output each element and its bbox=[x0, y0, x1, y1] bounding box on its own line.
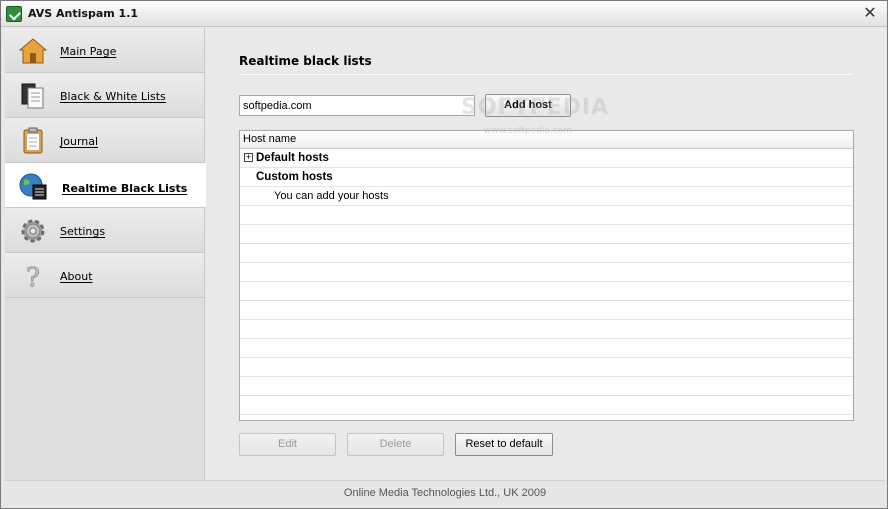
clipboard-icon bbox=[23, 127, 43, 154]
sidebar-item-about[interactable]: ? About bbox=[5, 253, 204, 298]
main-panel: Realtime black lists Add host Host name … bbox=[206, 28, 887, 480]
sidebar-item-realtime-black-lists[interactable]: Realtime Black Lists bbox=[5, 163, 206, 208]
sidebar-item-label: Black & White Lists bbox=[60, 90, 166, 103]
question-mark-icon: ? bbox=[26, 263, 41, 291]
delete-button[interactable]: Delete bbox=[347, 433, 444, 456]
table-row-custom-hosts[interactable]: Custom hosts bbox=[240, 168, 853, 187]
globe-list-icon bbox=[19, 173, 47, 200]
document-list-icon bbox=[21, 83, 44, 109]
table-row-add-hint[interactable]: You can add your hosts bbox=[240, 187, 853, 206]
empty-row bbox=[240, 339, 853, 358]
title-bar[interactable]: AVS Antispam 1.1 ✕ bbox=[1, 1, 887, 27]
sidebar-item-main-page[interactable]: Main Page bbox=[5, 28, 204, 73]
edit-button[interactable]: Edit bbox=[239, 433, 336, 456]
gear-icon bbox=[21, 219, 45, 243]
empty-row bbox=[240, 396, 853, 415]
divider bbox=[239, 74, 853, 75]
reset-to-default-button[interactable]: Reset to default bbox=[455, 433, 553, 456]
window-title: AVS Antispam 1.1 bbox=[28, 7, 139, 20]
empty-row bbox=[240, 282, 853, 301]
sidebar-item-label: Realtime Black Lists bbox=[62, 182, 188, 195]
sidebar-item-label: Journal bbox=[60, 135, 99, 148]
page-title: Realtime black lists bbox=[239, 54, 372, 68]
sidebar-item-black-white-lists[interactable]: Black & White Lists bbox=[5, 73, 204, 118]
empty-row bbox=[240, 358, 853, 377]
sidebar-item-label: About bbox=[60, 270, 93, 283]
host-list-table[interactable]: Host name + Default hosts Custom hosts Y… bbox=[239, 130, 854, 421]
home-icon bbox=[18, 38, 48, 64]
expand-plus-icon[interactable]: + bbox=[244, 153, 253, 162]
app-logo-icon bbox=[6, 6, 22, 22]
sidebar-item-label: Settings bbox=[60, 225, 106, 238]
close-button[interactable]: ✕ bbox=[861, 4, 879, 22]
sidebar-item-label: Main Page bbox=[60, 45, 117, 58]
empty-row bbox=[240, 225, 853, 244]
table-row-default-hosts[interactable]: + Default hosts bbox=[240, 149, 853, 168]
footer-copyright: Online Media Technologies Ltd., UK 2009 bbox=[5, 480, 885, 506]
svg-text:?: ? bbox=[26, 263, 40, 291]
empty-row bbox=[240, 263, 853, 282]
sidebar: Main Page Black & White Lists Journal Re… bbox=[5, 28, 206, 480]
row-label: Default hosts bbox=[256, 152, 329, 164]
empty-row bbox=[240, 377, 853, 396]
add-host-button[interactable]: Add host bbox=[485, 94, 571, 117]
host-input[interactable] bbox=[239, 95, 475, 116]
empty-row bbox=[240, 206, 853, 225]
app-window: AVS Antispam 1.1 ✕ Main Page Black & Whi… bbox=[0, 0, 888, 509]
row-label: You can add your hosts bbox=[274, 190, 389, 202]
column-header-host-name[interactable]: Host name bbox=[240, 131, 853, 149]
empty-row bbox=[240, 301, 853, 320]
sidebar-item-settings[interactable]: Settings bbox=[5, 208, 204, 253]
row-label: Custom hosts bbox=[256, 171, 333, 183]
empty-row bbox=[240, 320, 853, 339]
empty-row bbox=[240, 415, 853, 420]
sidebar-item-journal[interactable]: Journal bbox=[5, 118, 204, 163]
empty-row bbox=[240, 244, 853, 263]
